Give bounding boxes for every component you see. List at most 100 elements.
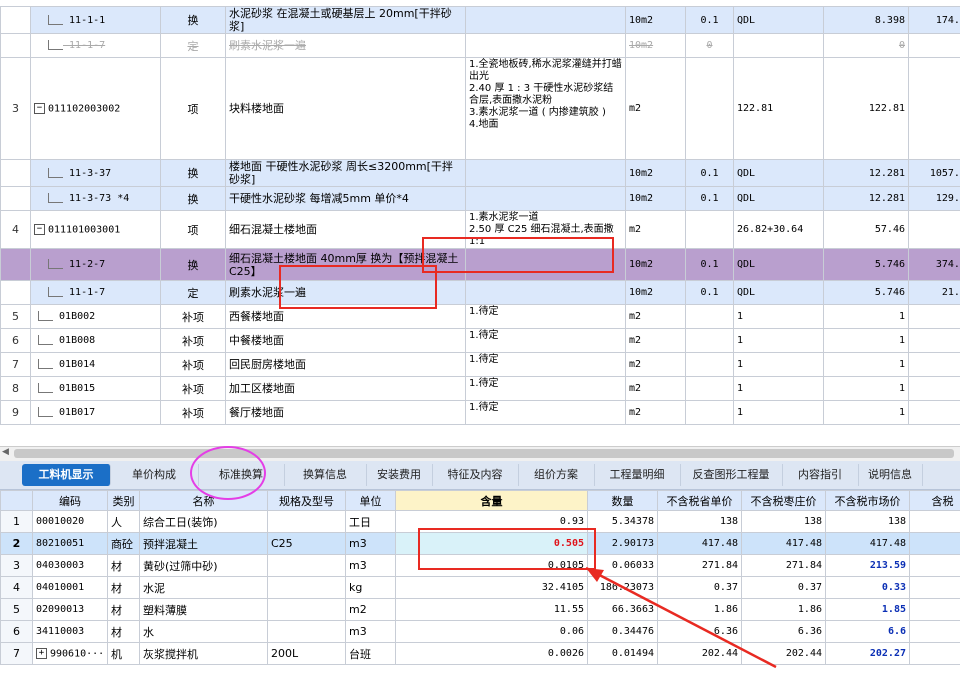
item-amount[interactable]: 57.46 <box>823 210 909 249</box>
item-code[interactable]: 01B017 <box>30 400 161 425</box>
item-expression[interactable]: 26.82+30.64 <box>733 210 824 249</box>
item-amount[interactable]: 12.281 <box>823 186 909 211</box>
row-number[interactable] <box>0 280 31 305</box>
item-expression[interactable]: QDL <box>733 248 824 281</box>
item-name[interactable]: 干硬性水泥砂浆 每增减5mm 单价*4 <box>225 186 466 211</box>
item-unit[interactable]: m2 <box>625 210 686 249</box>
scrollbar-thumb[interactable] <box>14 449 954 458</box>
row-number[interactable]: 3 <box>0 57 31 160</box>
row-number[interactable]: 6 <box>0 328 31 353</box>
item-category[interactable]: 换 <box>160 159 226 187</box>
item-name[interactable]: 楼地面 干硬性水泥砂浆 周长≤3200mm[干拌砂浆] <box>225 159 466 187</box>
material-rn[interactable]: 7 <box>0 642 33 665</box>
item-category[interactable]: 定 <box>160 280 226 305</box>
item-amount[interactable]: 1 <box>823 304 909 329</box>
material-rn[interactable]: 5 <box>0 598 33 621</box>
tab-9[interactable]: 内容指引 <box>782 464 859 486</box>
column-header[interactable]: 不含税枣庄价 <box>741 490 826 511</box>
item-name[interactable]: 水泥砂浆 在混凝土或硬基层上 20mm[干拌砂浆] <box>225 6 466 34</box>
material-qty[interactable]: 0.34476 <box>587 620 658 643</box>
material-p2[interactable]: 1.86 <box>741 598 826 621</box>
item-unit[interactable]: 10m2 <box>625 186 686 211</box>
material-qty[interactable]: 186.23073 <box>587 576 658 599</box>
item-price[interactable] <box>908 210 960 249</box>
tab-1[interactable]: 单价构成 <box>110 464 199 486</box>
row-number[interactable]: 7 <box>0 352 31 377</box>
item-quantity-factor[interactable]: 0.1 <box>685 248 734 281</box>
material-cat[interactable]: 材 <box>107 598 140 621</box>
item-category[interactable]: 补项 <box>160 352 226 377</box>
material-spec[interactable]: 200L <box>267 642 346 665</box>
column-header[interactable]: 不含税省单价 <box>657 490 742 511</box>
tab-8[interactable]: 反查图形工程量 <box>680 464 783 486</box>
item-quantity-factor[interactable] <box>685 400 734 425</box>
material-p1[interactable]: 138 <box>657 510 742 533</box>
column-header[interactable]: 单位 <box>345 490 396 511</box>
tab-5[interactable]: 特征及内容 <box>432 464 519 486</box>
item-amount[interactable]: 1 <box>823 400 909 425</box>
item-price[interactable] <box>908 352 960 377</box>
item-unit[interactable]: 10m2 <box>625 159 686 187</box>
item-unit[interactable]: m2 <box>625 304 686 329</box>
material-qty[interactable]: 5.34378 <box>587 510 658 533</box>
item-amount[interactable]: 122.81 <box>823 57 909 160</box>
item-code[interactable]: 01B008 <box>30 328 161 353</box>
material-unit[interactable]: 台班 <box>345 642 396 665</box>
material-tax-price[interactable] <box>909 642 960 665</box>
material-cat[interactable]: 机 <box>107 642 140 665</box>
material-tax-price[interactable] <box>909 576 960 599</box>
item-description[interactable]: 1.待定 <box>465 400 626 425</box>
item-quantity-factor[interactable] <box>685 376 734 401</box>
material-unit[interactable]: m3 <box>345 554 396 577</box>
tab-6[interactable]: 组价方案 <box>518 464 595 486</box>
item-quantity-factor[interactable]: 0 <box>685 33 734 58</box>
item-amount[interactable]: 5.746 <box>823 248 909 281</box>
material-p1[interactable]: 202.44 <box>657 642 742 665</box>
item-description[interactable]: 1.待定 <box>465 352 626 377</box>
material-name[interactable]: 水泥 <box>139 576 268 599</box>
tab-10[interactable]: 说明信息 <box>858 464 923 486</box>
column-header[interactable]: 不含税市场价 <box>825 490 910 511</box>
item-unit[interactable]: m2 <box>625 376 686 401</box>
item-code[interactable]: 11-1-7 <box>30 280 161 305</box>
material-name[interactable]: 塑料薄膜 <box>139 598 268 621</box>
item-price[interactable] <box>908 376 960 401</box>
item-category[interactable]: 补项 <box>160 400 226 425</box>
item-unit[interactable]: m2 <box>625 400 686 425</box>
material-p1[interactable]: 6.36 <box>657 620 742 643</box>
item-unit[interactable]: m2 <box>625 57 686 160</box>
material-spec[interactable] <box>267 620 346 643</box>
item-row[interactable]: 5 01B002 补项 西餐楼地面 1.待定 m2 1 1 <box>0 304 960 329</box>
item-name[interactable]: 加工区楼地面 <box>225 376 466 401</box>
material-unit[interactable]: m3 <box>345 532 396 555</box>
item-code[interactable]: 11-3-73 *4 <box>30 186 161 211</box>
item-expression[interactable]: 122.81 <box>733 57 824 160</box>
material-content[interactable]: 0.0026 <box>395 642 588 665</box>
item-expression[interactable]: 1 <box>733 400 824 425</box>
item-description[interactable]: 1.待定 <box>465 304 626 329</box>
material-p2[interactable]: 138 <box>741 510 826 533</box>
item-code[interactable]: 01B015 <box>30 376 161 401</box>
row-number[interactable] <box>0 6 31 34</box>
item-price[interactable] <box>908 304 960 329</box>
column-header[interactable]: 类别 <box>107 490 140 511</box>
item-quantity-factor[interactable] <box>685 352 734 377</box>
row-number[interactable] <box>0 159 31 187</box>
item-quantity-factor[interactable]: 0.1 <box>685 280 734 305</box>
item-unit[interactable]: 10m2 <box>625 280 686 305</box>
item-name[interactable]: 餐厅楼地面 <box>225 400 466 425</box>
item-quantity-factor[interactable] <box>685 304 734 329</box>
material-tax-price[interactable] <box>909 598 960 621</box>
material-p1[interactable]: 1.86 <box>657 598 742 621</box>
item-category[interactable]: 换 <box>160 186 226 211</box>
tab-3[interactable]: 换算信息 <box>284 464 367 486</box>
material-content[interactable]: 32.4105 <box>395 576 588 599</box>
item-row[interactable]: 9 01B017 补项 餐厅楼地面 1.待定 m2 1 1 <box>0 400 960 425</box>
material-unit[interactable]: m3 <box>345 620 396 643</box>
item-code[interactable]: −011102003002 <box>30 57 161 160</box>
item-code[interactable]: 11-2-7 <box>30 248 161 281</box>
item-category[interactable]: 项 <box>160 57 226 160</box>
item-expression[interactable]: QDL <box>733 159 824 187</box>
item-price[interactable] <box>908 57 960 160</box>
item-category[interactable]: 补项 <box>160 304 226 329</box>
